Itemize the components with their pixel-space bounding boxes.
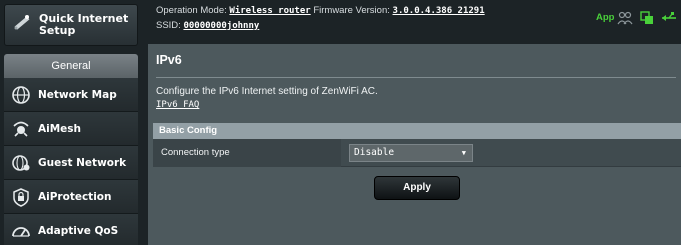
sidebar-item-label: Network Map xyxy=(38,88,117,101)
users-icon[interactable] xyxy=(616,10,634,26)
ssid-link[interactable]: 00000000johnny xyxy=(183,21,259,31)
connection-type-value: Disable xyxy=(354,147,395,158)
general-section-title: General xyxy=(4,54,138,78)
copy-icon[interactable] xyxy=(638,10,656,26)
sidebar-item-network-map[interactable]: Network Map xyxy=(4,78,138,112)
page-description: Configure the IPv6 Internet setting of Z… xyxy=(156,86,378,97)
sidebar-item-guest-network[interactable]: Guest Network xyxy=(4,146,138,180)
sidebar-item-aiprotection[interactable]: AiProtection xyxy=(4,180,138,214)
sidebar-menu: Network Map AiMesh Guest Network AiProte… xyxy=(4,78,138,245)
top-status-bar: Operation Mode: Wireless router Firmware… xyxy=(148,0,681,40)
ssid-label: SSID: xyxy=(156,20,181,31)
ipv6-faq-link[interactable]: IPv6 FAQ xyxy=(156,100,199,110)
connection-type-select[interactable]: Disable ▼ xyxy=(349,144,473,162)
guest-globe-icon xyxy=(10,152,32,174)
sidebar-item-adaptive-qos[interactable]: Adaptive QoS xyxy=(4,214,138,245)
connection-type-row: Connection type Disable ▼ xyxy=(153,139,681,167)
wand-icon xyxy=(11,12,33,39)
speedometer-icon xyxy=(10,220,32,242)
sidebar-item-aimesh[interactable]: AiMesh xyxy=(4,112,138,146)
page-title: IPv6 xyxy=(156,53,182,67)
title-divider xyxy=(156,77,676,78)
operation-mode-label: Operation Mode: xyxy=(156,5,227,16)
connection-type-label: Connection type xyxy=(153,139,341,167)
operation-mode-line: Operation Mode: Wireless router Firmware… xyxy=(156,5,485,16)
status-icons xyxy=(616,10,678,26)
apply-button[interactable]: Apply xyxy=(374,176,460,200)
chevron-down-icon: ▼ xyxy=(461,149,466,157)
ssid-line: SSID: 00000000johnny xyxy=(156,20,259,31)
globe-icon xyxy=(10,84,32,106)
sidebar-item-label: Adaptive QoS xyxy=(38,224,119,237)
sidebar: Quick Internet Setup General Network Map… xyxy=(0,0,140,245)
operation-mode-link[interactable]: Wireless router xyxy=(229,6,310,16)
sidebar-item-label: AiProtection xyxy=(38,190,112,203)
firmware-version-link[interactable]: 3.0.0.4.386_21291 xyxy=(393,6,485,16)
sidebar-item-label: Guest Network xyxy=(38,156,127,169)
quick-internet-setup-button[interactable]: Quick Internet Setup xyxy=(4,4,138,46)
basic-config-header: Basic Config xyxy=(153,123,681,139)
usb-icon[interactable] xyxy=(660,10,678,26)
sidebar-item-label: AiMesh xyxy=(38,122,82,135)
app-link[interactable]: App xyxy=(596,12,614,23)
ipv6-settings-panel: IPv6 Configure the IPv6 Internet setting… xyxy=(148,44,681,245)
mesh-icon xyxy=(10,118,32,140)
quick-internet-setup-label: Quick Internet Setup xyxy=(39,12,129,37)
lock-icon xyxy=(10,186,32,208)
firmware-label: Firmware Version: xyxy=(313,5,390,16)
